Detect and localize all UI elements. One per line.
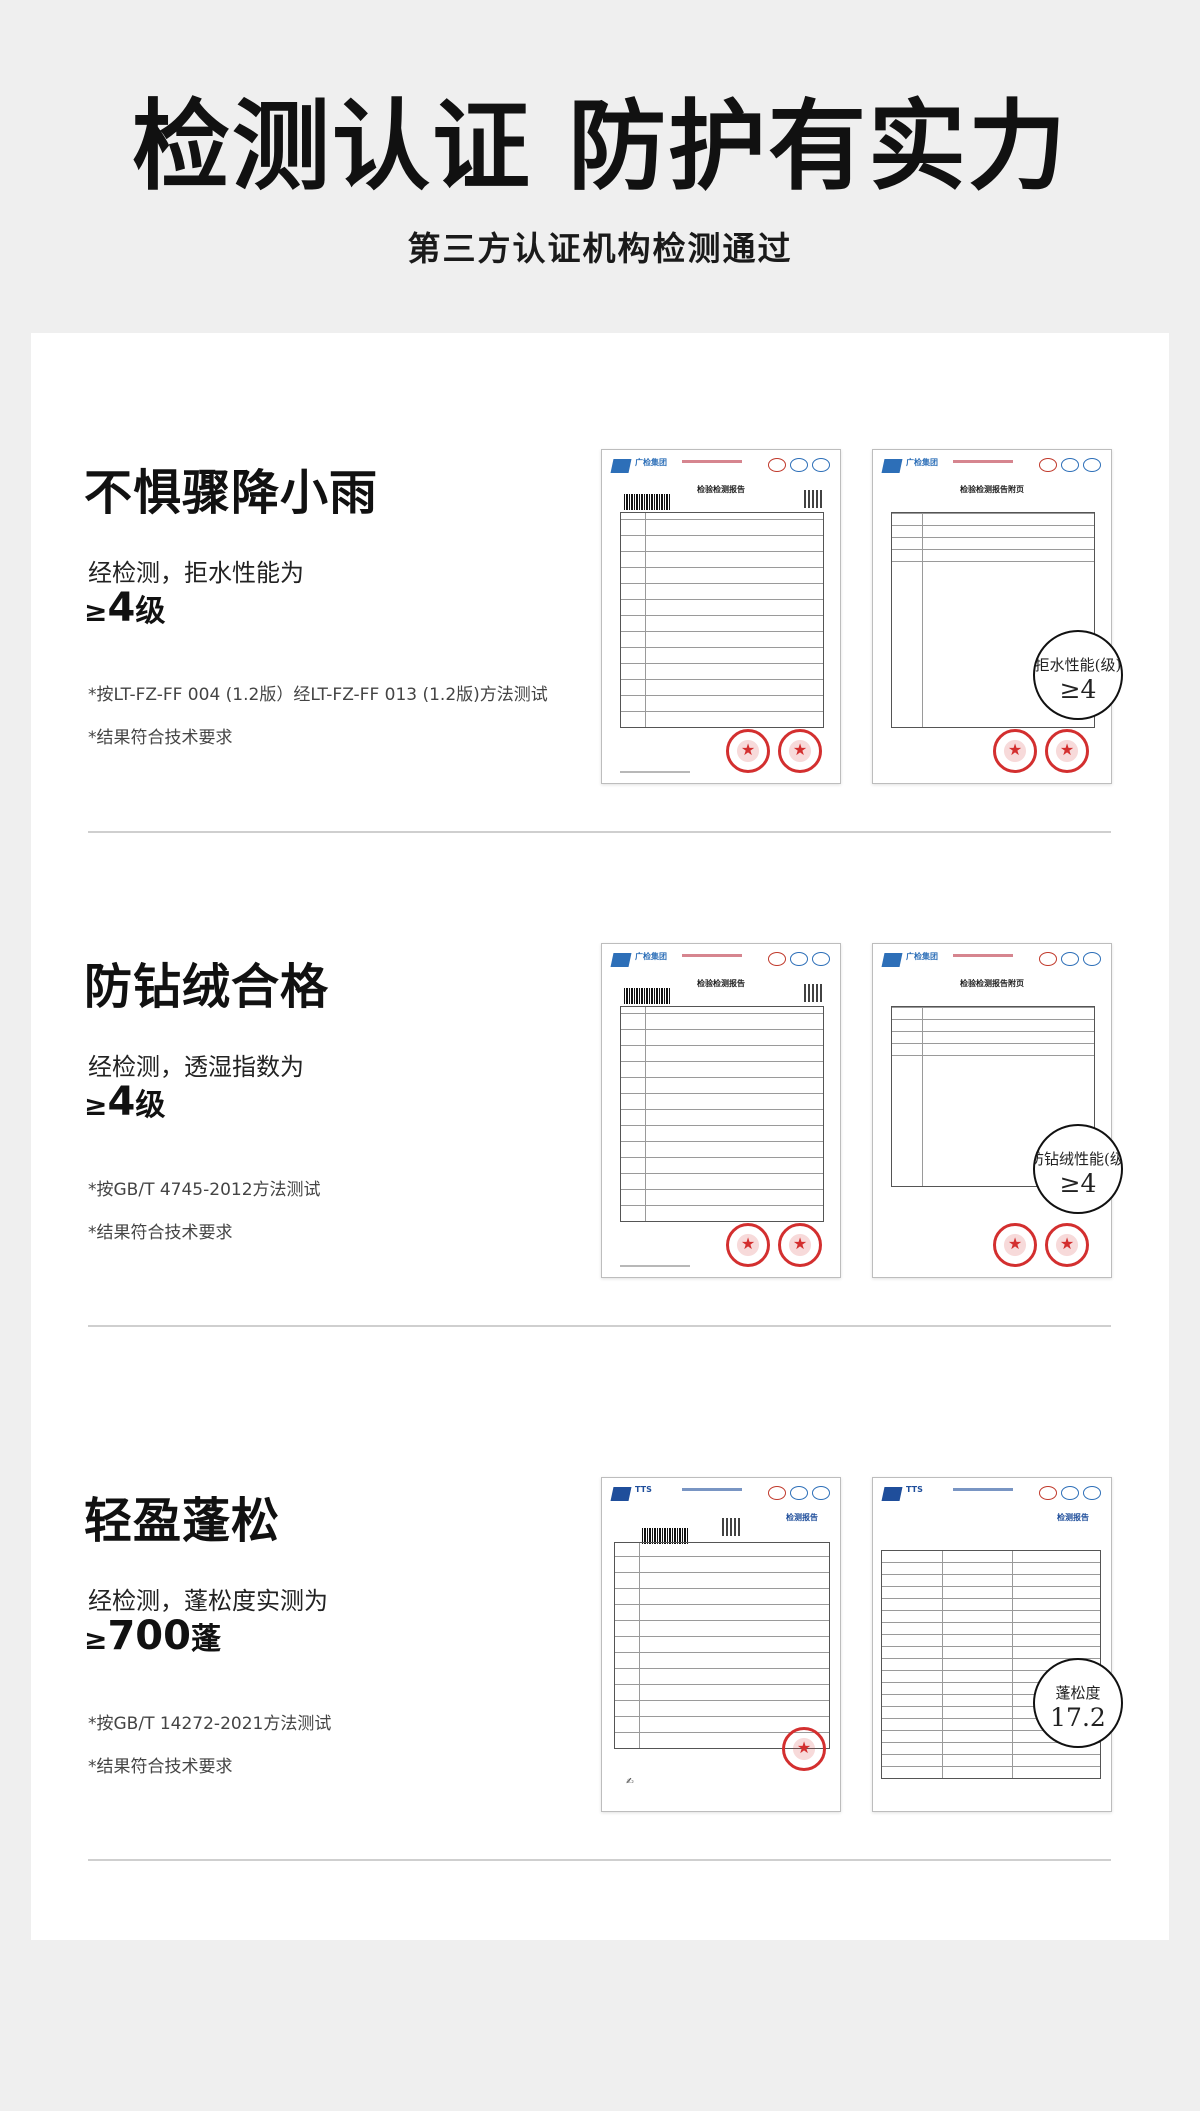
accreditation-badges-icon [768,952,832,968]
section-method-note: *按LT-FZ-FF 004 (1.2版）经LT-FZ-FF 013 (1.2版… [88,685,548,705]
section-title-down-proof: 防钻绒合格 [84,959,330,1015]
org-name: 广检集团 [635,458,667,467]
org-logo-icon [610,953,632,967]
report-table [620,512,824,728]
accreditation-badges-icon [1039,1486,1103,1502]
report-table [620,1006,824,1222]
value-unit: 级 [135,594,166,629]
red-seal-icon: ★ [993,729,1037,773]
report-title: 检验检测报告附页 [960,485,1024,494]
callout-label: 拒水性能(级) [1034,656,1122,674]
report-title: 检测报告 [786,1513,818,1522]
org-name: 广检集团 [906,458,938,467]
accreditation-badges-icon [1039,458,1103,474]
result-callout: 蓬松度 17.2 [1033,1658,1123,1748]
section-desc: 经检测，透湿指数为 [88,1053,304,1081]
value-number: 4 [107,585,136,631]
test-report-image: 广检集团 检验检测报告 ★ ★ [601,449,841,784]
report-table [614,1542,830,1749]
value-prefix: ≥ [84,1623,108,1656]
org-logo-icon [610,1487,632,1501]
hero-subtitle: 第三方认证机构检测通过 [407,229,793,268]
hero-title: 检测认证 防护有实力 [131,90,1069,204]
result-callout: 拒水性能(级) ≥4 [1033,630,1123,720]
red-seal-icon: ★ [778,729,822,773]
section-value: ≥700蓬 [84,1616,221,1656]
org-name: TTS [906,1485,923,1494]
callout-value: ≥4 [1059,675,1097,704]
value-unit: 级 [135,1088,166,1123]
value-prefix: ≥ [84,1089,108,1122]
accreditation-badges-icon [768,1486,832,1502]
red-seal-icon: ★ [993,1223,1037,1267]
red-seal-icon: ★ [782,1727,826,1771]
section-desc: 经检测，拒水性能为 [88,559,304,587]
org-logo-icon [881,1487,903,1501]
org-name: 广检集团 [906,952,938,961]
qr-code-icon [804,490,822,508]
section-desc: 经检测，蓬松度实测为 [88,1587,328,1615]
section-result-note: *结果符合技术要求 [88,728,233,748]
section-title-loft: 轻盈蓬松 [84,1493,281,1549]
value-unit: 蓬 [190,1622,221,1657]
report-title: 检验检测报告附页 [960,979,1024,988]
red-seal-icon: ★ [1045,729,1089,773]
test-report-appendix-image: 广检集团 检验检测报告附页 ★ ★ [872,449,1112,784]
red-seal-icon: ★ [726,729,770,773]
org-logo-icon [881,953,903,967]
test-report-image: TTS 检测报告 ★ ✍ [601,1477,841,1812]
qr-code-icon [722,1518,740,1536]
section-method-note: *按GB/T 14272-2021方法测试 [88,1714,332,1734]
red-seal-icon: ★ [726,1223,770,1267]
value-number: 700 [107,1613,191,1659]
qr-code-icon [804,984,822,1002]
section-divider [88,1325,1111,1327]
test-report-appendix-image: 广检集团 检验检测报告附页 ★ ★ [872,943,1112,1278]
section-title-water-repellent: 不惧骤降小雨 [84,465,379,521]
callout-value: ≥4 [1059,1169,1097,1198]
red-seal-icon: ★ [1045,1223,1089,1267]
red-seal-icon: ★ [778,1223,822,1267]
section-value: ≥4级 [84,1082,165,1122]
barcode-icon [624,988,670,1004]
org-logo-icon [610,459,632,473]
report-title: 检测报告 [1057,1513,1089,1522]
callout-label: 蓬松度 [1055,1684,1101,1702]
section-divider [88,831,1111,833]
section-value: ≥4级 [84,588,165,628]
org-logo-icon [881,459,903,473]
callout-value: 17.2 [1050,1703,1106,1732]
test-report-appendix-image: TTS 检测报告 [872,1477,1112,1812]
signature-icon: ✍ [626,1777,634,1787]
callout-label: 防钻绒性能(级) [1033,1150,1121,1168]
org-name: TTS [635,1485,652,1494]
result-callout: 防钻绒性能(级) ≥4 [1033,1124,1123,1214]
value-prefix: ≥ [84,595,108,628]
section-method-note: *按GB/T 4745-2012方法测试 [88,1180,321,1200]
accreditation-badges-icon [1039,952,1103,968]
value-number: 4 [107,1079,136,1125]
org-name: 广检集团 [635,952,667,961]
test-report-image: 广检集团 检验检测报告 ★ ★ [601,943,841,1278]
barcode-icon [624,494,670,510]
section-result-note: *结果符合技术要求 [88,1757,233,1777]
section-divider [88,1859,1111,1861]
section-result-note: *结果符合技术要求 [88,1223,233,1243]
accreditation-badges-icon [768,458,832,474]
